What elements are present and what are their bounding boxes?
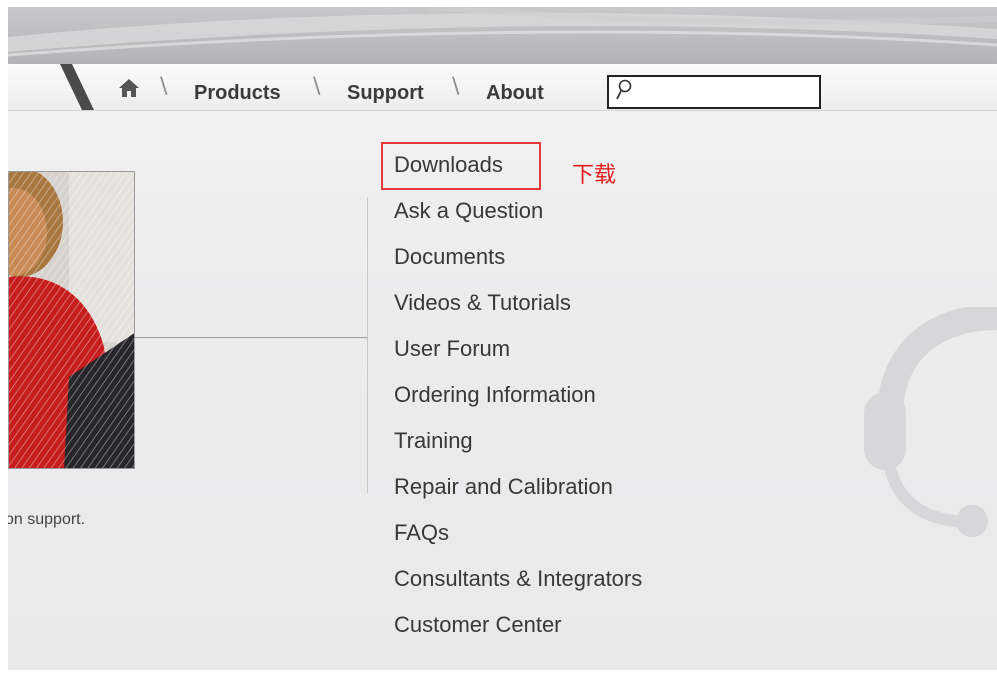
menu-item-videos-tutorials[interactable]: Videos & Tutorials <box>394 290 571 316</box>
header-banner <box>8 7 997 64</box>
search-input[interactable] <box>637 80 819 106</box>
nav-separator: \ <box>452 74 460 99</box>
menu-item-training[interactable]: Training <box>394 428 473 454</box>
menu-item-consultants-integrators[interactable]: Consultants & Integrators <box>394 566 642 592</box>
menu-item-ask-a-question[interactable]: Ask a Question <box>394 198 543 224</box>
nav-link-products[interactable]: Products <box>194 82 281 105</box>
search-icon <box>615 79 633 101</box>
home-icon[interactable] <box>118 78 140 98</box>
nav-tab-edge <box>60 64 94 110</box>
menu-item-documents[interactable]: Documents <box>394 244 505 270</box>
search-box[interactable] <box>607 75 821 109</box>
banner-swoosh <box>8 7 997 57</box>
nav-link-about[interactable]: About <box>486 82 544 105</box>
annotation-label: 下载 <box>572 163 617 188</box>
nav-link-support[interactable]: Support <box>347 82 424 105</box>
menu-item-faqs[interactable]: FAQs <box>394 520 449 546</box>
support-page: \ Products \ Support \ About on support.… <box>8 7 997 670</box>
menu-item-user-forum[interactable]: User Forum <box>394 336 510 362</box>
headset-icon <box>864 307 997 537</box>
main-navigation: \ Products \ Support \ About <box>8 64 997 111</box>
menu-item-customer-center[interactable]: Customer Center <box>394 612 562 638</box>
downloads-highlight-box <box>381 142 541 190</box>
nav-separator: \ <box>160 74 168 99</box>
menu-item-ordering-information[interactable]: Ordering Information <box>394 382 596 408</box>
menu-item-repair-calibration[interactable]: Repair and Calibration <box>394 474 613 500</box>
menu-divider <box>367 197 368 493</box>
support-photo <box>8 171 135 469</box>
content-divider <box>135 337 367 338</box>
photo-caption: on support. <box>8 511 86 528</box>
nav-separator: \ <box>313 74 321 99</box>
